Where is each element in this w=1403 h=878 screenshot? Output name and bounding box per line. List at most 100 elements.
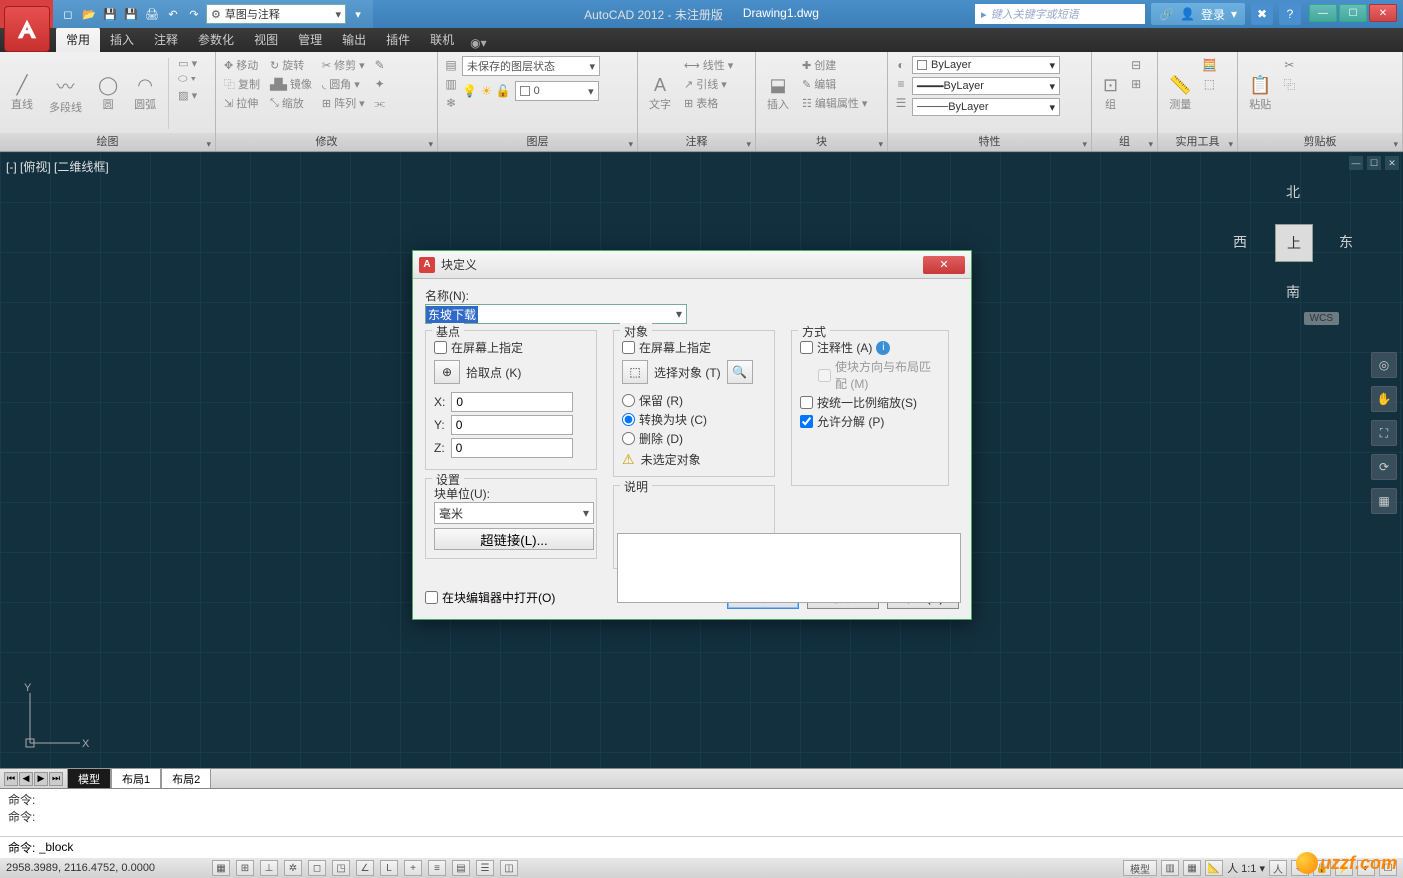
trim-button[interactable]: ✂ 修剪 ▾: [318, 56, 369, 74]
leader-button[interactable]: ↗ 引线 ▾: [680, 75, 737, 93]
ungroup-icon[interactable]: ⊟: [1127, 56, 1145, 74]
sc-icon[interactable]: ◫: [500, 860, 518, 876]
new-icon[interactable]: ◻: [59, 5, 77, 23]
quickview-drawings-icon[interactable]: ▦: [1183, 860, 1201, 876]
minimize-button[interactable]: —: [1309, 4, 1337, 22]
array-button[interactable]: ⊞ 阵列 ▾: [318, 94, 369, 112]
layer-props-icon[interactable]: ▤: [442, 56, 460, 74]
ortho-icon[interactable]: ⊥: [260, 860, 278, 876]
osnap-icon[interactable]: ◻: [308, 860, 326, 876]
print-icon[interactable]: 🖨: [143, 5, 161, 23]
insert-block-button[interactable]: ⬓插入: [760, 56, 796, 131]
description-textarea[interactable]: [617, 533, 961, 603]
viewcube-top[interactable]: 上: [1275, 224, 1313, 262]
rotate-button[interactable]: ↻ 旋转: [266, 56, 316, 74]
expand-icon[interactable]: ▾: [206, 135, 211, 153]
measure-button[interactable]: 📏测量: [1162, 56, 1198, 131]
zoom-extents-icon[interactable]: ⛶: [1371, 420, 1397, 446]
block-name-combo[interactable]: 东坡下载: [425, 304, 687, 324]
line-button[interactable]: ╱直线: [4, 56, 40, 131]
redo-icon[interactable]: ↷: [185, 5, 203, 23]
explode-icon[interactable]: ✦: [371, 75, 389, 93]
tab-plugins[interactable]: 插件: [376, 27, 420, 52]
arc-button[interactable]: ◠圆弧: [127, 56, 163, 131]
dyn-icon[interactable]: +: [404, 860, 422, 876]
paste-button[interactable]: 📋粘贴: [1242, 56, 1278, 131]
maximize-button[interactable]: ☐: [1339, 4, 1367, 22]
expand-icon[interactable]: ▾: [878, 135, 883, 153]
create-block-button[interactable]: ✚ 创建: [798, 56, 871, 74]
snap-mode-icon[interactable]: ▦: [212, 860, 230, 876]
y-input[interactable]: [451, 415, 573, 435]
edit-block-button[interactable]: ✎ 编辑: [798, 75, 871, 93]
ducs-icon[interactable]: L: [380, 860, 398, 876]
copy-clip-icon[interactable]: ⿻: [1280, 75, 1298, 93]
layer-freeze-icon[interactable]: ❄: [442, 94, 460, 112]
layout-tab-2[interactable]: 布局2: [161, 768, 211, 789]
list-icon[interactable]: ☰: [892, 94, 910, 112]
scale-button[interactable]: ⤡ 缩放: [266, 94, 316, 112]
scale-uniform-checkbox[interactable]: 按统一比例缩放(S): [800, 394, 940, 411]
login-button[interactable]: 🔗 👤 登录▾: [1151, 3, 1245, 25]
tab-online[interactable]: 联机: [420, 27, 464, 52]
tab-parametric[interactable]: 参数化: [188, 27, 244, 52]
expand-icon[interactable]: ▾: [1148, 135, 1153, 153]
stretch-button[interactable]: ⇲ 拉伸: [220, 94, 264, 112]
tab-home[interactable]: 常用: [56, 27, 100, 52]
lt-prev-icon[interactable]: ◀: [19, 772, 33, 786]
lt-next-icon[interactable]: ▶: [34, 772, 48, 786]
viewport-label[interactable]: [-] [俯视] [二维线框]: [6, 158, 109, 175]
circle-button[interactable]: ◯圆: [91, 56, 125, 131]
grid-icon[interactable]: ⊞: [236, 860, 254, 876]
layer-iso-icon[interactable]: ▥: [442, 75, 460, 93]
full-nav-wheel-icon[interactable]: ◎: [1371, 352, 1397, 378]
anno-scale-value[interactable]: 人 1:1 ▾: [1227, 860, 1265, 876]
command-input[interactable]: [39, 840, 1395, 854]
dialog-close-button[interactable]: ✕: [923, 256, 965, 274]
view-cube[interactable]: 北 南 东 西 上: [1233, 182, 1353, 302]
fillet-button[interactable]: ◟ 圆角 ▾: [318, 75, 369, 93]
convert-radio[interactable]: 转换为块 (C): [622, 411, 766, 428]
polar-icon[interactable]: ✲: [284, 860, 302, 876]
viewcube-south[interactable]: 南: [1286, 282, 1300, 302]
select-icon[interactable]: ⬚: [1200, 75, 1218, 93]
3dosnap-icon[interactable]: ◳: [332, 860, 350, 876]
layout-tab-model[interactable]: 模型: [67, 768, 111, 789]
pan-icon[interactable]: ✋: [1371, 386, 1397, 412]
pick-point-button[interactable]: ⊕: [434, 360, 460, 384]
undo-icon[interactable]: ↶: [164, 5, 182, 23]
annotative-checkbox[interactable]: 注释性 (A)i: [800, 339, 940, 356]
expand-icon[interactable]: ▾: [428, 135, 433, 153]
coordinates[interactable]: 2958.3989, 2116.4752, 0.0000: [6, 862, 206, 874]
linear-dim-button[interactable]: ⟷ 线性 ▾: [680, 56, 737, 74]
objects-onscreen-checkbox[interactable]: 在屏幕上指定: [622, 339, 766, 356]
props-icon[interactable]: ≡: [892, 75, 910, 93]
orbit-icon[interactable]: ⟳: [1371, 454, 1397, 480]
lt-last-icon[interactable]: ⏭: [49, 772, 63, 786]
showmotion-icon[interactable]: ▦: [1371, 488, 1397, 514]
layer-state-combo[interactable]: 未保存的图层状态: [462, 56, 600, 76]
linetype-combo[interactable]: ──── ByLayer: [912, 98, 1060, 116]
expand-icon[interactable]: ▾: [1082, 135, 1087, 153]
block-unit-combo[interactable]: 毫米: [434, 502, 594, 524]
group-edit-icon[interactable]: ⊞: [1127, 75, 1145, 93]
otrack-icon[interactable]: ∠: [356, 860, 374, 876]
layout-tab-1[interactable]: 布局1: [111, 768, 161, 789]
edit-attr-button[interactable]: ☷ 编辑属性 ▾: [798, 94, 871, 112]
wcs-badge[interactable]: WCS: [1304, 312, 1339, 325]
mirror-button[interactable]: ▟▙ 镜像: [266, 75, 316, 93]
tpy-icon[interactable]: ▤: [452, 860, 470, 876]
saveas-icon[interactable]: 💾: [122, 5, 140, 23]
qp-icon[interactable]: ☰: [476, 860, 494, 876]
x-input[interactable]: [451, 392, 573, 412]
infocenter-search[interactable]: 键入关键字或短语: [975, 4, 1145, 24]
qat-more-icon[interactable]: ▾: [349, 5, 367, 23]
allow-explode-checkbox[interactable]: 允许分解 (P): [800, 413, 940, 430]
exchange-apps-icon[interactable]: ✖: [1251, 3, 1273, 25]
hatch-button[interactable]: ▨ ▾: [174, 88, 201, 103]
quickview-layouts-icon[interactable]: ▥: [1161, 860, 1179, 876]
color-combo[interactable]: ByLayer: [912, 56, 1060, 74]
close-button[interactable]: ✕: [1369, 4, 1397, 22]
table-button[interactable]: ⊞ 表格: [680, 94, 737, 112]
polyline-button[interactable]: 〰多段线: [42, 56, 89, 131]
